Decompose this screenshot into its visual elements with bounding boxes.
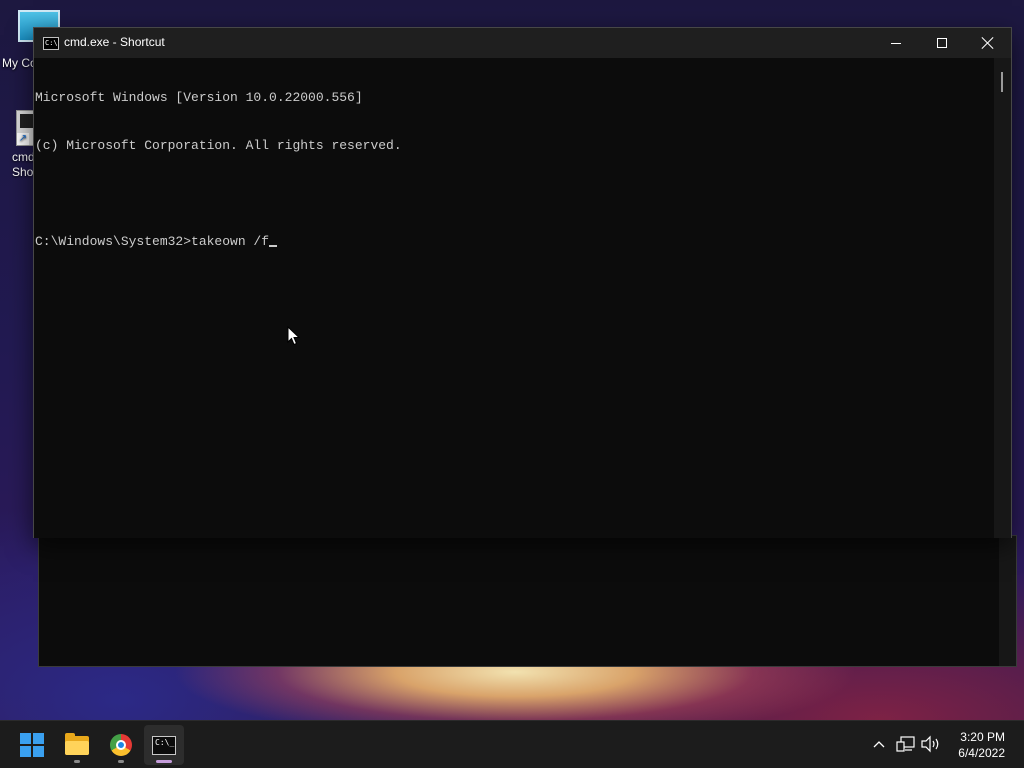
mouse-pointer-icon — [287, 326, 301, 346]
start-button[interactable] — [12, 725, 52, 765]
volume-icon[interactable] — [920, 735, 942, 753]
taskbar-command-prompt[interactable]: C:\_ — [144, 725, 184, 765]
close-icon — [982, 37, 994, 49]
console-line: (c) Microsoft Corporation. All rights re… — [35, 138, 402, 153]
cmd-icon: C:\_ — [152, 735, 176, 755]
running-indicator — [118, 760, 124, 763]
console-prompt: C:\Windows\System32>takeown /f — [35, 234, 270, 249]
chrome-icon — [110, 734, 132, 756]
title-bar[interactable]: C:\ cmd.exe - Shortcut — [34, 28, 1011, 58]
taskbar-clock[interactable]: 3:20 PM 6/4/2022 — [958, 729, 1005, 761]
scrollbar-thumb[interactable] — [1001, 72, 1003, 92]
background-scrollbar — [999, 536, 1016, 666]
taskbar-file-explorer[interactable] — [57, 725, 97, 765]
minimize-button[interactable] — [873, 28, 919, 58]
console-line: Microsoft Windows [Version 10.0.22000.55… — [35, 90, 363, 105]
show-hidden-icons-chevron-icon[interactable] — [870, 735, 888, 753]
cmd-window[interactable]: C:\ cmd.exe - Shortcut Microsoft Windows… — [33, 27, 1012, 538]
clock-time: 3:20 PM — [960, 730, 1005, 744]
taskbar: C:\_ 3:20 PM 6/4/2022 — [0, 720, 1024, 768]
taskbar-chrome[interactable] — [101, 725, 141, 765]
running-indicator — [74, 760, 80, 763]
close-button[interactable] — [965, 28, 1011, 58]
maximize-icon — [937, 38, 947, 48]
maximize-button[interactable] — [919, 28, 965, 58]
console-prompt-line[interactable]: C:\Windows\System32>takeown /f — [35, 234, 996, 250]
network-icon[interactable] — [896, 735, 916, 753]
folder-icon — [65, 732, 89, 755]
minimize-icon — [891, 42, 901, 44]
vertical-scrollbar[interactable] — [994, 58, 1011, 538]
window-title: cmd.exe - Shortcut — [64, 35, 165, 49]
cmd-icon: C:\ — [43, 37, 59, 50]
windows-logo-icon — [20, 733, 44, 757]
text-cursor — [269, 245, 278, 247]
clock-date: 6/4/2022 — [958, 746, 1005, 760]
background-console-window — [38, 535, 1017, 667]
console-output[interactable]: Microsoft Windows [Version 10.0.22000.55… — [34, 58, 996, 538]
active-indicator — [156, 760, 172, 763]
